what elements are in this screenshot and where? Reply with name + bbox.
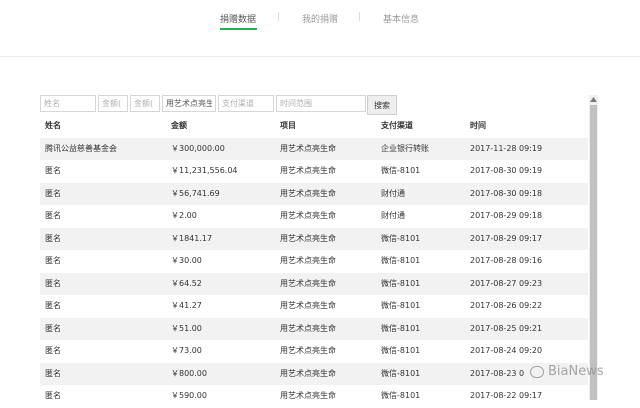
project-filter-input[interactable] [162,95,216,112]
cell-channel: 企业银行转账 [381,143,429,153]
cell-amount: ￥41.27 [171,301,202,310]
cell-project: 用艺术点亮生命 [280,391,336,400]
table-row[interactable]: 匿名 ￥51.00 用艺术点亮生命 微信-8101 2017-08-25 09:21 [40,317,588,340]
cell-time: 2017-08-27 09:23 [470,278,543,288]
donation-table: 姓名 金额 项目 支付渠道 时间 腾讯公益慈善基金会 ￥300,000.00 用艺术… [40,115,588,408]
cell-project: 用艺术点亮生命 [280,256,336,265]
cell-name: 匿名 [45,391,61,400]
cell-channel: 微信-8101 [381,233,421,243]
cell-channel: 财付通 [381,211,405,220]
cell-name: 匿名 [45,233,61,243]
cell-project: 用艺术点亮生命 [280,166,336,175]
watermark-text: BiaNews [548,364,604,379]
table-row[interactable]: 匿名 ￥11,231,556.04 用艺术点亮生命 微信-8101 2017-08-30… [40,160,588,183]
cell-time: 2017-08-26 09:22 [470,301,543,310]
cell-amount: ￥2.00 [171,211,197,220]
tab-divider [278,12,279,21]
cell-amount: ￥51.00 [171,323,202,333]
cell-amount: ￥64.52 [171,278,202,288]
table-row[interactable]: 匿名 ￥800.00 用艺术点亮生命 微信-8101 2017-08-23 0 [40,362,588,385]
cell-time: 2017-08-29 09:17 [470,233,543,243]
cell-time: 2017-08-23 0 [470,368,525,378]
cell-amount: ￥300,000.00 [171,143,225,153]
table-row[interactable]: 匿名 ￥56,741.69 用艺术点亮生命 财付通 2017-08-30 09:18 [40,182,588,205]
cell-amount: ￥56,741.69 [171,188,220,198]
active-tab-indicator [220,28,257,30]
search-button[interactable]: 搜索 [367,95,397,115]
amount-max-input[interactable] [130,95,160,112]
cell-project: 用艺术点亮生命 [280,233,336,243]
cell-project: 用艺术点亮生命 [280,278,336,288]
cell-time: 2017-08-24 09:20 [470,346,543,355]
cell-channel: 微信-8101 [381,278,421,288]
table-row[interactable]: 匿名 ￥2.00 用艺术点亮生命 财付通 2017-08-29 09:18 [40,205,588,228]
cell-name: 匿名 [45,278,61,288]
cell-time: 2017-08-28 09:16 [470,256,543,265]
header-time[interactable]: 时间 [470,115,486,137]
cell-name: 匿名 [45,211,61,220]
cell-amount: ￥800.00 [171,368,207,378]
header-project[interactable]: 项目 [280,115,296,137]
table-row[interactable]: 匿名 ￥30.00 用艺术点亮生命 微信-8101 2017-08-28 09:16 [40,250,588,273]
cell-channel: 微信-8101 [381,368,421,378]
cell-project: 用艺术点亮生命 [280,323,336,333]
cell-time: 2017-08-22 09:17 [470,391,543,400]
tab-divider [359,12,360,21]
cell-amount: ￥1841.17 [171,233,213,243]
cell-time: 2017-08-30 09:19 [470,166,543,175]
cell-channel: 微信-8101 [381,346,421,355]
cell-channel: 微信-8101 [381,323,421,333]
table-header: 姓名 金额 项目 支付渠道 时间 [40,115,588,138]
time-range-input[interactable] [276,95,366,112]
payment-channel-input[interactable] [218,95,274,112]
cell-name: 腾讯公益慈善基金会 [45,143,117,153]
scroll-up-icon[interactable] [589,95,598,104]
cell-project: 用艺术点亮生命 [280,368,336,378]
cell-name: 匿名 [45,188,61,198]
cell-time: 2017-08-25 09:21 [470,323,543,333]
cell-time: 2017-08-30 09:18 [470,188,543,198]
cell-channel: 微信-8101 [381,391,421,400]
cell-channel: 微信-8101 [381,301,421,310]
name-filter-input[interactable] [40,95,96,112]
cell-channel: 微信-8101 [381,256,421,265]
cell-channel: 微信-8101 [381,166,421,175]
cell-amount: ￥30.00 [171,256,202,265]
header-name[interactable]: 姓名 [45,115,61,137]
cell-project: 用艺术点亮生命 [280,211,336,220]
cell-name: 匿名 [45,301,61,310]
tab-basic-info[interactable]: 基本信息 [383,12,419,25]
cell-name: 匿名 [45,346,61,355]
table-row[interactable]: 匿名 ￥41.27 用艺术点亮生命 微信-8101 2017-08-26 09:22 [40,295,588,318]
tab-bar: 捐赠数据 我的捐赠 基本信息 [0,0,640,57]
header-amount[interactable]: 金额 [171,115,187,137]
tab-donation-data[interactable]: 捐赠数据 [220,12,256,25]
table-row[interactable]: 匿名 ￥73.00 用艺术点亮生命 微信-8101 2017-08-24 09:20 [40,340,588,363]
scrollbar-thumb[interactable] [590,105,597,400]
cell-name: 匿名 [45,166,61,175]
table-row[interactable]: 匿名 ￥590.00 用艺术点亮生命 微信-8101 2017-08-22 09:17 [40,385,588,408]
cell-project: 用艺术点亮生命 [280,188,336,198]
cell-project: 用艺术点亮生命 [280,143,336,153]
wechat-icon [530,365,544,378]
cell-project: 用艺术点亮生命 [280,346,336,355]
cell-time: 2017-11-28 09:19 [470,143,543,153]
watermark: BiaNews [530,364,604,379]
cell-amount: ￥73.00 [171,346,202,355]
cell-name: 匿名 [45,323,61,333]
cell-name: 匿名 [45,256,61,265]
cell-project: 用艺术点亮生命 [280,301,336,310]
cell-amount: ￥590.00 [171,391,207,400]
header-channel[interactable]: 支付渠道 [381,115,413,137]
tab-my-donations[interactable]: 我的捐赠 [302,12,338,25]
cell-channel: 财付通 [381,188,405,198]
table-row[interactable]: 腾讯公益慈善基金会 ￥300,000.00 用艺术点亮生命 企业银行转账 2017-11… [40,137,588,160]
table-row[interactable]: 匿名 ￥64.52 用艺术点亮生命 微信-8101 2017-08-27 09:23 [40,272,588,295]
cell-time: 2017-08-29 09:18 [470,211,543,220]
cell-amount: ￥11,231,556.04 [171,166,238,175]
amount-min-input[interactable] [98,95,128,112]
cell-name: 匿名 [45,368,61,378]
table-row[interactable]: 匿名 ￥1841.17 用艺术点亮生命 微信-8101 2017-08-29 09:17 [40,227,588,250]
